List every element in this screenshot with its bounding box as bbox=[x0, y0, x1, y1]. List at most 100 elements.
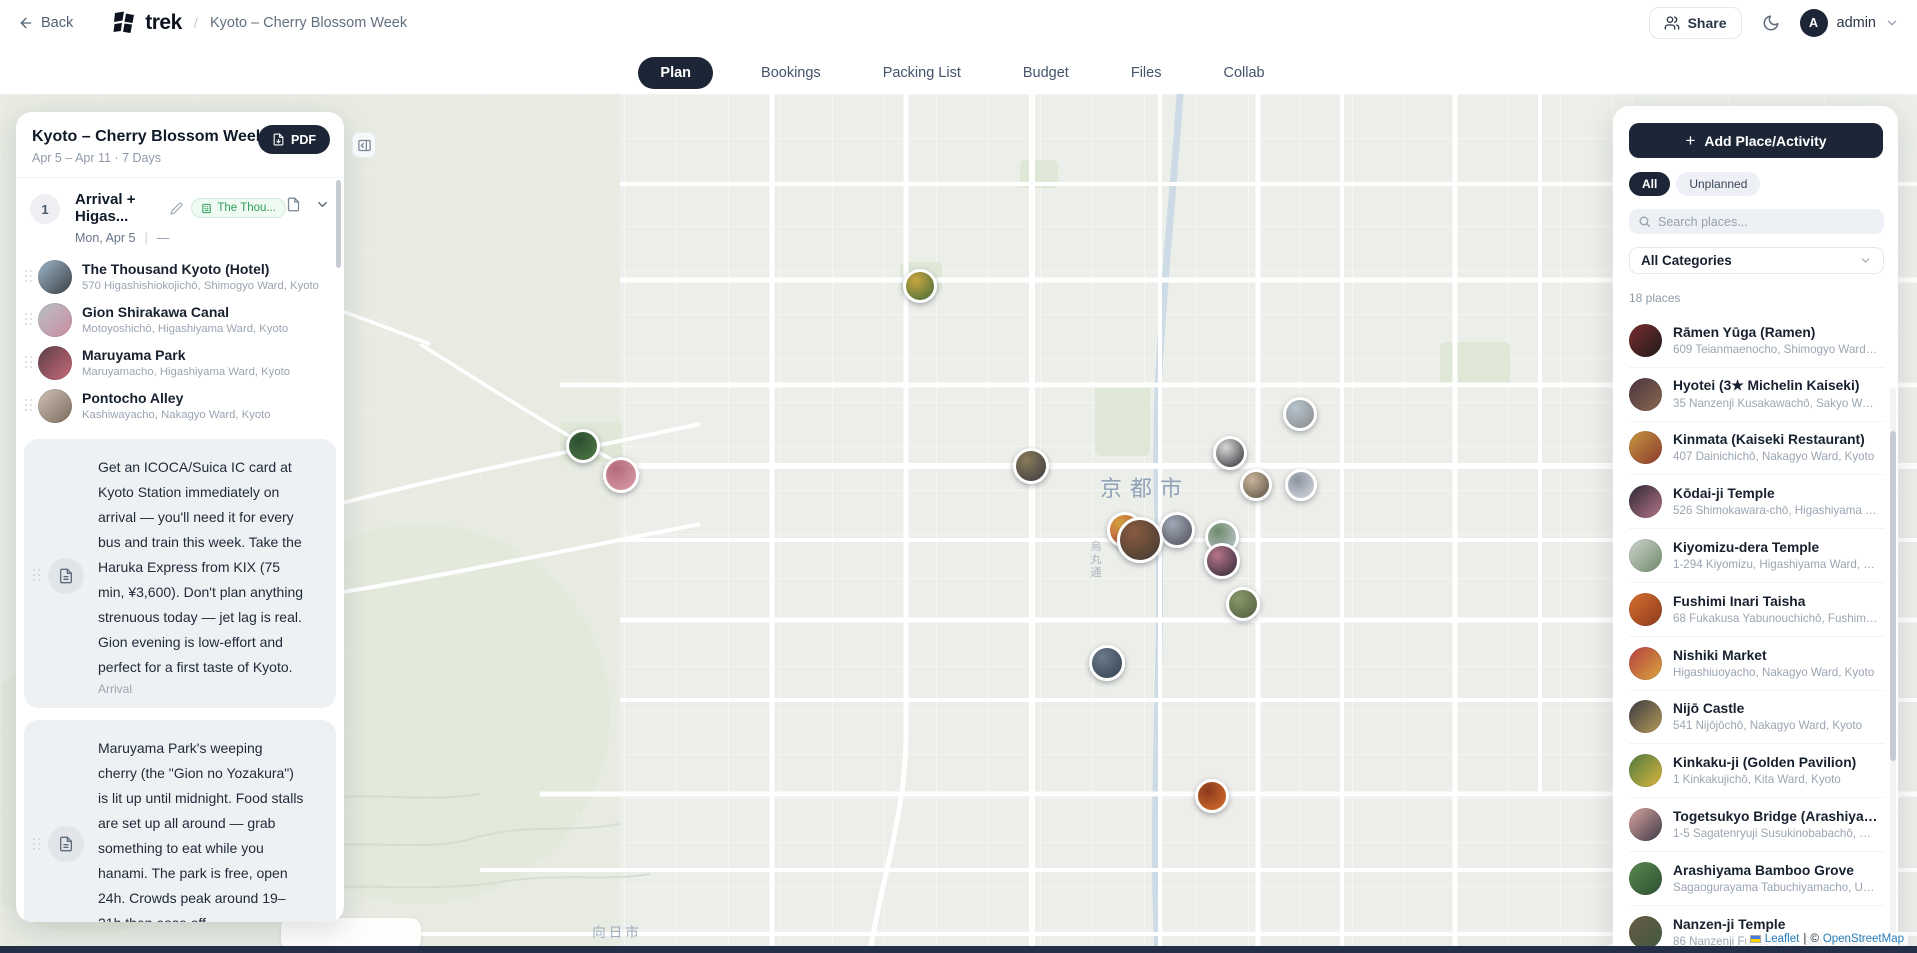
place-address: 526 Shimokawara-chō, Higashiyama War… bbox=[1673, 504, 1879, 517]
map-place-marker[interactable] bbox=[1213, 436, 1247, 470]
note-text: Get an ICOCA/Suica IC card at Kyoto Stat… bbox=[98, 455, 304, 680]
place-photo bbox=[38, 260, 72, 294]
drag-handle-icon[interactable] bbox=[24, 355, 33, 370]
app-logo[interactable]: trek bbox=[111, 10, 182, 36]
place-address: 68 Fukakusa Yabunouchichō, Fushimi Wa… bbox=[1673, 612, 1879, 625]
map-place-marker[interactable] bbox=[1204, 543, 1240, 579]
place-list-item[interactable]: Kinkaku-ji (Golden Pavilion) 1 Kinkakuji… bbox=[1629, 744, 1884, 798]
export-pdf-button[interactable]: PDF bbox=[258, 125, 330, 154]
map-place-marker[interactable] bbox=[1226, 587, 1260, 621]
search-box[interactable] bbox=[1629, 209, 1884, 234]
itinerary-place-item[interactable]: The Thousand Kyoto (Hotel) 570 Higashish… bbox=[16, 255, 344, 298]
tab[interactable]: Files bbox=[1117, 58, 1176, 88]
place-name: Gion Shirakawa Canal bbox=[82, 304, 288, 322]
day-notes-list: Get an ICOCA/Suica IC card at Kyoto Stat… bbox=[16, 439, 344, 922]
tab[interactable]: Plan bbox=[638, 57, 713, 89]
map-place-marker[interactable] bbox=[1117, 517, 1163, 563]
map-place-label: 京都市 bbox=[1100, 471, 1190, 503]
tab[interactable]: Budget bbox=[1009, 58, 1083, 88]
share-button[interactable]: Share bbox=[1649, 7, 1742, 39]
place-list-item[interactable]: Togetsukyo Bridge (Arashiyama) 1-5 Sagat… bbox=[1629, 798, 1884, 852]
map-place-marker[interactable] bbox=[1159, 512, 1195, 548]
map-attribution: Leaflet | © OpenStreetMap bbox=[1746, 932, 1908, 946]
place-name: Nijō Castle bbox=[1673, 701, 1862, 716]
place-address: Maruyamacho, Higashiyama Ward, Kyoto bbox=[82, 366, 290, 378]
note-text: Maruyama Park's weeping cherry (the "Gio… bbox=[98, 736, 304, 922]
drag-handle-icon[interactable] bbox=[24, 269, 33, 284]
map-place-marker[interactable] bbox=[1285, 469, 1317, 501]
place-name: Fushimi Inari Taisha bbox=[1673, 594, 1879, 609]
place-list-item[interactable]: Kiyomizu-dera Temple 1-294 Kiyomizu, Hig… bbox=[1629, 529, 1884, 583]
place-address: 1 Kinkakujichō, Kita Ward, Kyoto bbox=[1673, 773, 1856, 786]
place-list-item[interactable]: Arashiyama Bamboo Grove Sagaogurayama Ta… bbox=[1629, 852, 1884, 906]
panel-collapse-icon bbox=[357, 138, 372, 153]
map-place-marker[interactable] bbox=[1089, 645, 1125, 681]
place-photo bbox=[1629, 593, 1662, 626]
theme-toggle-moon-icon[interactable] bbox=[1762, 14, 1780, 32]
drag-handle-icon[interactable] bbox=[32, 568, 41, 583]
back-arrow-icon bbox=[18, 15, 34, 31]
filter-chip[interactable]: Unplanned bbox=[1676, 172, 1760, 196]
filter-chip[interactable]: All bbox=[1629, 172, 1670, 196]
place-list-item[interactable]: Kinmata (Kaiseki Restaurant) 407 Dainich… bbox=[1629, 422, 1884, 476]
filter-chips: All Unplanned bbox=[1629, 172, 1884, 196]
edit-pencil-icon[interactable] bbox=[170, 202, 183, 215]
day-collapse-chevron-icon[interactable] bbox=[315, 197, 330, 212]
day-number-badge: 1 bbox=[30, 194, 60, 224]
day-title: Arrival + Higas... bbox=[75, 191, 162, 225]
place-list-item[interactable]: Nishiki Market Higashiuoyacho, Nakagyo W… bbox=[1629, 637, 1884, 691]
map-place-label: 烏丸通 bbox=[1087, 541, 1103, 580]
drag-handle-icon[interactable] bbox=[32, 837, 41, 852]
note-file-icon bbox=[48, 558, 84, 594]
day-time[interactable]: — bbox=[157, 231, 170, 245]
note-category-label: Arrival bbox=[98, 682, 304, 696]
note-card[interactable]: Maruyama Park's weeping cherry (the "Gio… bbox=[24, 720, 336, 922]
place-list-item[interactable]: Kōdai-ji Temple 526 Shimokawara-chō, Hig… bbox=[1629, 475, 1884, 529]
map-place-marker[interactable] bbox=[1283, 397, 1317, 431]
back-label: Back bbox=[41, 15, 73, 31]
hotel-badge[interactable]: The Thou... bbox=[191, 198, 286, 218]
category-select[interactable]: All Categories bbox=[1629, 247, 1884, 274]
place-list-item[interactable]: Rāmen Yūga (Ramen) 609 Teianmaenocho, Sh… bbox=[1629, 314, 1884, 368]
note-card[interactable]: Get an ICOCA/Suica IC card at Kyoto Stat… bbox=[24, 439, 336, 708]
itinerary-scrollbar[interactable] bbox=[336, 180, 341, 268]
place-photo bbox=[1629, 485, 1662, 518]
place-list-item[interactable]: Nijō Castle 541 Nijōjōchō, Nakagyo Ward,… bbox=[1629, 691, 1884, 745]
add-place-button[interactable]: + Add Place/Activity bbox=[1629, 123, 1883, 158]
search-input[interactable] bbox=[1658, 215, 1858, 229]
map-place-marker[interactable] bbox=[1013, 448, 1049, 484]
tab[interactable]: Bookings bbox=[747, 58, 835, 88]
leaflet-link[interactable]: Leaflet bbox=[1765, 933, 1800, 945]
tab[interactable]: Collab bbox=[1209, 58, 1278, 88]
place-name: The Thousand Kyoto (Hotel) bbox=[82, 261, 319, 279]
map-place-marker[interactable] bbox=[566, 429, 600, 463]
back-button[interactable]: Back bbox=[18, 15, 73, 31]
itinerary-place-item[interactable]: Maruyama Park Maruyamacho, Higashiyama W… bbox=[16, 341, 344, 384]
map-place-marker[interactable] bbox=[603, 457, 639, 493]
itinerary-place-item[interactable]: Pontocho Alley Kashiwayacho, Nakagyo War… bbox=[16, 384, 344, 427]
user-menu[interactable]: A admin bbox=[1800, 9, 1900, 37]
bottom-window-edge bbox=[0, 946, 1917, 953]
place-address: Sagaogurayama Tabuchiyamacho, Ukyo … bbox=[1673, 881, 1879, 894]
itinerary-place-item[interactable]: Gion Shirakawa Canal Motoyoshichō, Higas… bbox=[16, 298, 344, 341]
places-scrollbar[interactable] bbox=[1890, 431, 1896, 761]
top-bar: Back trek / Kyoto – Cherry Blossom Week … bbox=[0, 0, 1917, 46]
drag-handle-icon[interactable] bbox=[24, 398, 33, 413]
place-list-item[interactable]: Hyotei (3★ Michelin Kaiseki) 35 Nanzenji… bbox=[1629, 368, 1884, 422]
day-notes-icon[interactable] bbox=[286, 197, 301, 212]
place-name: Maruyama Park bbox=[82, 347, 290, 365]
attribution-separator: | bbox=[1803, 933, 1806, 945]
panel-collapse-button[interactable] bbox=[352, 132, 376, 158]
place-name: Hyotei (3★ Michelin Kaiseki) bbox=[1673, 378, 1879, 394]
drag-handle-icon[interactable] bbox=[24, 312, 33, 327]
day-1-header[interactable]: 1 Arrival + Higas... The Thou... Mon, Ap… bbox=[16, 178, 344, 255]
map-place-marker[interactable] bbox=[1195, 779, 1229, 813]
tab[interactable]: Packing List bbox=[869, 58, 975, 88]
osm-link[interactable]: OpenStreetMap bbox=[1823, 933, 1904, 945]
place-list-item[interactable]: Fushimi Inari Taisha 68 Fukakusa Yabunou… bbox=[1629, 583, 1884, 637]
place-address: 609 Teianmaenocho, Shimogyo Ward, Ky… bbox=[1673, 343, 1879, 356]
map-place-marker[interactable] bbox=[1240, 469, 1272, 501]
day-date: Mon, Apr 5 bbox=[75, 231, 135, 245]
map-place-marker[interactable] bbox=[903, 269, 937, 303]
place-photo bbox=[1629, 539, 1662, 572]
